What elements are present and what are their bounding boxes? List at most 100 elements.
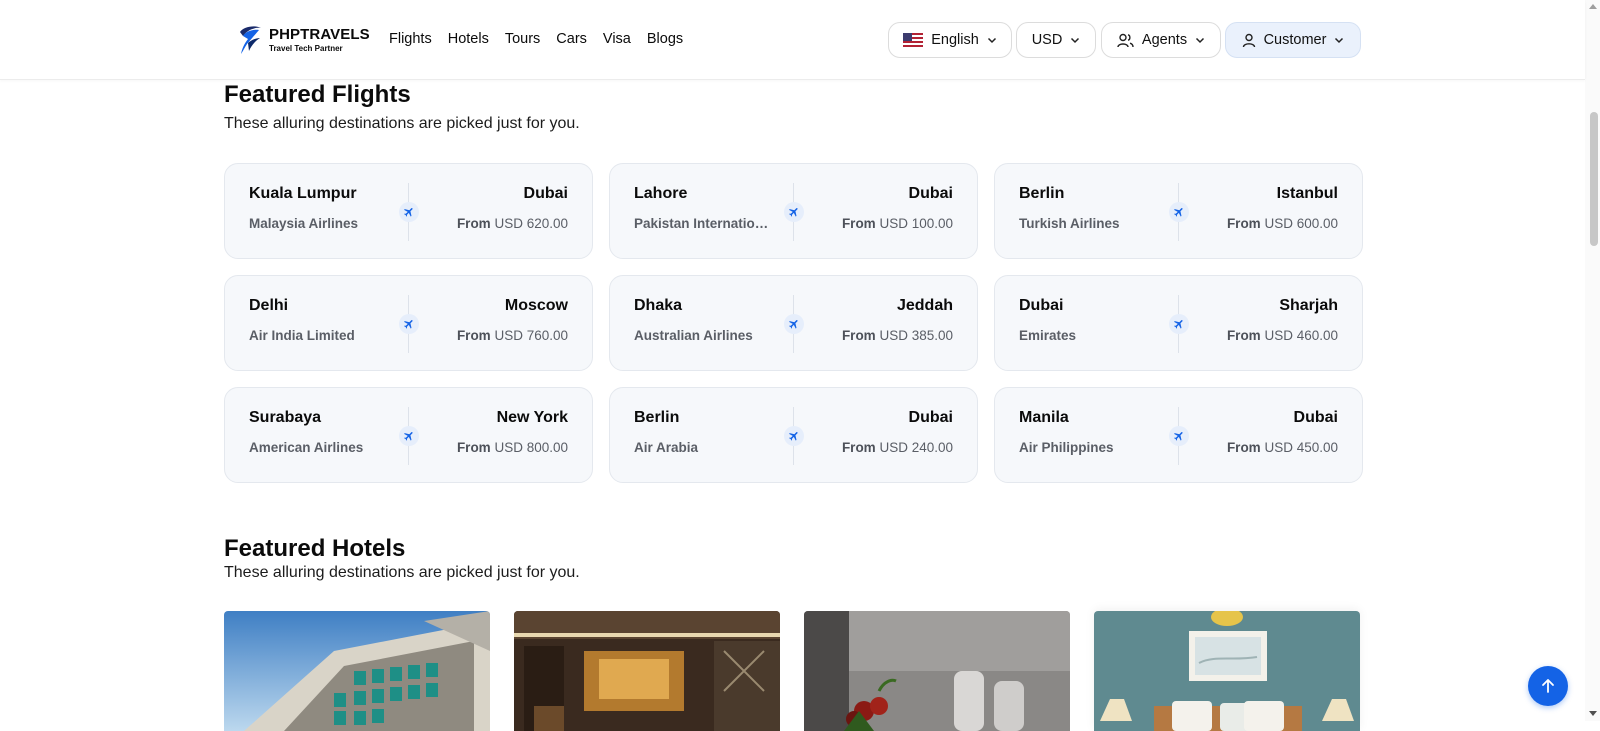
price-from-label: From: [1226, 440, 1261, 455]
hotel-image: [514, 611, 780, 731]
hotel-card[interactable]: [224, 611, 490, 731]
flight-destination: Sharjah: [1279, 297, 1338, 314]
hotel-image: [804, 611, 1070, 731]
plane-icon: [399, 202, 419, 222]
flight-origin: Delhi: [249, 297, 289, 314]
featured-hotels-title: Featured Hotels: [224, 535, 406, 562]
price-from-label: From: [841, 328, 876, 343]
flight-cards-grid: Kuala Lumpur Dubai Malaysia Airlines From U…: [224, 163, 1363, 483]
plane-icon: [784, 314, 804, 334]
hotel-cards-grid: [224, 611, 1362, 731]
featured-flights-subtitle: These alluring destinations are picked j…: [224, 115, 580, 132]
flight-card[interactable]: Kuala Lumpur Dubai Malaysia Airlines From U…: [224, 163, 593, 259]
site-header: PHPTRAVELS Travel Tech Partner Flights H…: [0, 0, 1585, 80]
price-from-label: From: [841, 440, 876, 455]
flight-origin: Lahore: [634, 185, 688, 202]
flight-price: From USD 385.00: [842, 328, 953, 343]
plane-icon: [399, 314, 419, 334]
flight-price: From USD 600.00: [1227, 216, 1338, 231]
flight-card[interactable]: Manila Dubai Air Philippines From USD 450.0…: [994, 387, 1363, 483]
us-flag-icon: [903, 33, 924, 47]
flight-airline: Malaysia Airlines: [249, 216, 359, 231]
price-from-label: From: [841, 216, 876, 231]
flight-card[interactable]: Berlin Istanbul Turkish Airlines From USD 6…: [994, 163, 1363, 259]
agents-label: Agents: [1141, 32, 1188, 48]
page-scrollbar[interactable]: [1585, 0, 1600, 721]
nav-hotels[interactable]: Hotels: [448, 31, 489, 47]
flight-destination: Dubai: [908, 185, 953, 202]
flight-destination: Jeddah: [896, 297, 953, 314]
customer-dropdown[interactable]: Customer: [1225, 22, 1361, 58]
brand-name: PHPTRAVELS: [269, 26, 370, 43]
nav-cars[interactable]: Cars: [556, 31, 587, 47]
nav-blogs[interactable]: Blogs: [647, 31, 683, 47]
flight-card[interactable]: Dhaka Jeddah Australian Airlines From USD 3…: [609, 275, 978, 371]
flight-price: From USD 450.00: [1227, 440, 1338, 455]
flight-destination: Istanbul: [1276, 185, 1338, 202]
main-nav: Flights Hotels Tours Cars Visa Blogs: [389, 31, 699, 47]
arrow-up-icon: [1542, 679, 1554, 693]
scrollbar-thumb[interactable]: [1590, 112, 1598, 246]
nav-visa[interactable]: Visa: [603, 31, 631, 47]
scroll-down-arrow[interactable]: [1589, 711, 1597, 716]
price-from-label: From: [456, 440, 491, 455]
flight-card[interactable]: Surabaya New York American Airlines From US…: [224, 387, 593, 483]
flight-card[interactable]: Delhi Moscow Air India Limited From USD 760…: [224, 275, 593, 371]
customer-label: Customer: [1263, 32, 1327, 48]
price-value: USD 100.00: [879, 216, 953, 231]
flight-card[interactable]: Dubai Sharjah Emirates From USD 460.00: [994, 275, 1363, 371]
flight-origin: Berlin: [1019, 185, 1065, 202]
plane-icon: [399, 426, 419, 446]
flight-airline: Turkish Airlines: [1019, 216, 1120, 231]
chevron-down-icon: [1071, 37, 1080, 44]
agents-dropdown[interactable]: Agents: [1101, 22, 1221, 58]
chevron-down-icon: [987, 37, 996, 44]
price-value: USD 240.00: [879, 440, 953, 455]
flight-origin: Surabaya: [249, 409, 322, 426]
flight-price: From USD 460.00: [1227, 328, 1338, 343]
nav-flights[interactable]: Flights: [389, 31, 432, 47]
nav-tours[interactable]: Tours: [505, 31, 540, 47]
hotel-card[interactable]: [1094, 611, 1360, 731]
brand-tagline: Travel Tech Partner: [269, 44, 343, 53]
hotel-image: [1094, 611, 1360, 731]
flight-origin: Kuala Lumpur: [249, 185, 357, 202]
chevron-down-icon: [1196, 37, 1205, 44]
flight-airline: Air Philippines: [1019, 440, 1114, 455]
flight-origin: Dhaka: [634, 297, 683, 314]
plane-icon: [784, 426, 804, 446]
flight-price: From USD 800.00: [457, 440, 568, 455]
flight-card[interactable]: Lahore Dubai Pakistan International Airlin…: [609, 163, 978, 259]
scroll-up-arrow[interactable]: [1589, 4, 1597, 9]
flight-destination: New York: [496, 409, 568, 426]
flight-card[interactable]: Berlin Dubai Air Arabia From USD 240.00: [609, 387, 978, 483]
flight-origin: Berlin: [634, 409, 680, 426]
flight-airline: Air Arabia: [634, 440, 699, 455]
featured-flights-title: Featured Flights: [224, 81, 411, 108]
language-dropdown[interactable]: English: [888, 22, 1012, 58]
price-from-label: From: [1226, 216, 1261, 231]
flight-airline: Pakistan International Airlines: [634, 216, 774, 231]
brand-logo[interactable]: PHPTRAVELS Travel Tech Partner: [236, 24, 370, 56]
back-to-top-button[interactable]: [1528, 666, 1568, 706]
price-value: USD 760.00: [494, 328, 568, 343]
flight-airline: American Airlines: [249, 440, 364, 455]
chevron-down-icon: [1335, 37, 1344, 44]
hotel-card[interactable]: [804, 611, 1070, 731]
price-from-label: From: [456, 216, 491, 231]
currency-dropdown[interactable]: USD: [1016, 22, 1096, 58]
featured-hotels-subtitle: These alluring destinations are picked j…: [224, 564, 580, 581]
flight-airline: Emirates: [1019, 328, 1077, 343]
flight-price: From USD 240.00: [842, 440, 953, 455]
hotel-image: [224, 611, 490, 731]
plane-icon: [1169, 314, 1189, 334]
flight-airline: Australian Airlines: [634, 328, 753, 343]
plane-icon: [784, 202, 804, 222]
hotel-card[interactable]: [514, 611, 780, 731]
flight-destination: Dubai: [1293, 409, 1338, 426]
flight-price: From USD 620.00: [457, 216, 568, 231]
flight-destination: Moscow: [504, 297, 568, 314]
flight-origin: Dubai: [1019, 297, 1064, 314]
flight-price: From USD 100.00: [842, 216, 953, 231]
flight-airline: Air India Limited: [249, 328, 355, 343]
